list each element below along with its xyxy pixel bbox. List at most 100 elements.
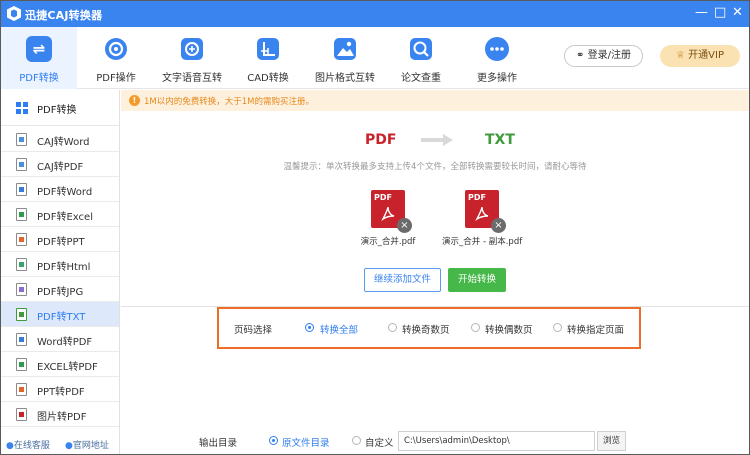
html-file-icon <box>16 258 27 271</box>
file-card[interactable]: PDF × 演示_合并.pdf <box>348 190 428 247</box>
app-title: 迅捷CAJ转换器 <box>25 9 103 22</box>
tab-speech-text[interactable]: 文字语音互转 <box>154 27 230 89</box>
file-name: 演示_合并.pdf <box>360 237 416 247</box>
tab-cad[interactable]: CAD转换 <box>230 27 306 89</box>
option-source-dir[interactable]: 原文件目录 <box>282 435 330 449</box>
add-more-files-button[interactable]: 继续添加文件 <box>364 268 441 292</box>
target-format: TXT <box>485 132 515 148</box>
acrobat-icon <box>475 206 489 221</box>
headset-icon: ● <box>6 441 14 451</box>
sidebar-footer: ●在线客服 ●官网地址 <box>1 436 119 454</box>
acrobat-icon <box>381 206 395 221</box>
word-file-icon <box>16 333 27 346</box>
tab-label: PDF操作 <box>96 73 136 84</box>
official-site-link[interactable]: ●官网地址 <box>65 438 109 451</box>
option-specific-pages[interactable]: 转换指定页面 <box>567 322 624 336</box>
radio-even-pages[interactable] <box>471 323 480 332</box>
sidebar-item-label: PDF转Html <box>37 262 91 273</box>
option-odd-pages[interactable]: 转换奇数页 <box>402 322 450 336</box>
tab-label: CAD转换 <box>247 73 289 84</box>
sidebar: PDF转换 CAJ转Word CAJ转PDF PDF转Word PDF转Exce… <box>1 90 120 454</box>
sidebar-item-label: 图片转PDF <box>37 412 87 423</box>
radio-odd-pages[interactable] <box>388 323 397 332</box>
speech-text-icon <box>181 38 203 60</box>
grid-icon <box>16 102 28 114</box>
remove-file-icon[interactable]: × <box>491 218 506 233</box>
caj-file-icon <box>16 158 27 171</box>
option-convert-all[interactable]: 转换全部 <box>320 322 358 336</box>
file-card[interactable]: PDF × 演示_合并 - 副本.pdf <box>442 190 522 247</box>
excel-file-icon <box>16 208 27 221</box>
crown-icon: ♕ <box>676 50 685 61</box>
sidebar-item-label: PPT转PDF <box>37 387 85 398</box>
tab-pdf-ops[interactable]: PDF操作 <box>78 27 154 89</box>
main-toolbar: ⇌ PDF转换 PDF操作 文字语音互转 CAD转换 图片格式互转 论文查重 更… <box>1 27 749 89</box>
main-panel: ! 1M以内的免费转换，大于1M的需购买注册。 PDF TXT 温馨提示：单次转… <box>121 90 749 454</box>
browse-button[interactable]: 浏览 <box>597 431 626 451</box>
image-file-icon <box>16 408 27 421</box>
globe-icon: ● <box>65 441 73 451</box>
pdf-convert-icon: ⇌ <box>26 36 52 62</box>
online-service-label: 在线客服 <box>13 441 50 451</box>
login-register-button[interactable]: ⚭ 登录/注册 <box>564 45 643 67</box>
tab-more[interactable]: 更多操作 <box>459 27 535 89</box>
option-even-pages[interactable]: 转换偶数页 <box>485 322 533 336</box>
tab-image-convert[interactable]: 图片格式互转 <box>307 27 383 89</box>
sidebar-item-label: CAJ转Word <box>37 137 90 148</box>
sidebar-item-image-pdf[interactable]: 图片转PDF <box>1 402 119 427</box>
ppt-file-icon <box>16 233 27 246</box>
open-vip-button[interactable]: ♕ 开通VIP <box>660 45 740 67</box>
pdf-file-icon: PDF × <box>465 190 506 233</box>
login-label: 登录/注册 <box>587 50 631 61</box>
tab-label: PDF转换 <box>19 73 59 84</box>
more-icon <box>485 37 509 61</box>
file-badge: PDF <box>374 193 392 202</box>
app-window: 迅捷CAJ转换器 — □ ✕ ⇌ PDF转换 PDF操作 文字语音互转 CAD转… <box>0 0 750 455</box>
sidebar-item-label: PDF转Word <box>37 187 93 198</box>
sidebar-header: PDF转换 <box>1 90 119 126</box>
tab-pdf-convert[interactable]: ⇌ PDF转换 <box>1 27 77 89</box>
sidebar-item-label: Word转PDF <box>37 337 93 348</box>
tab-paper-check[interactable]: 论文查重 <box>383 27 459 89</box>
file-name: 演示_合并 - 副本.pdf <box>442 237 523 247</box>
gear-icon <box>105 38 127 60</box>
sidebar-item-caj-pdf[interactable]: CAJ转PDF <box>1 152 119 177</box>
txt-file-icon <box>16 308 27 321</box>
option-custom-dir[interactable]: 自定义 <box>365 435 394 449</box>
sidebar-item-caj-word[interactable]: CAJ转Word <box>1 127 119 152</box>
sidebar-item-excel-pdf[interactable]: EXCEL转PDF <box>1 352 119 377</box>
sidebar-item-pdf-excel[interactable]: PDF转Excel <box>1 202 119 227</box>
cad-icon <box>257 38 279 60</box>
maximize-icon[interactable]: □ <box>714 6 726 20</box>
word-file-icon <box>16 183 27 196</box>
sidebar-header-label: PDF转换 <box>37 105 77 116</box>
sidebar-item-label: PDF转PPT <box>37 237 85 248</box>
image-icon <box>334 38 356 60</box>
radio-convert-all[interactable] <box>305 323 314 332</box>
sidebar-item-pdf-jpg[interactable]: PDF转JPG <box>1 277 119 302</box>
notice-bar: ! 1M以内的免费转换，大于1M的需购买注册。 <box>121 90 749 111</box>
output-path-field[interactable]: C:\Users\admin\Desktop\ <box>398 431 595 451</box>
close-icon[interactable]: ✕ <box>732 6 743 20</box>
online-service-link[interactable]: ●在线客服 <box>6 438 50 451</box>
sidebar-item-ppt-pdf[interactable]: PPT转PDF <box>1 377 119 402</box>
sidebar-item-pdf-txt[interactable]: PDF转TXT <box>1 302 119 327</box>
official-site-label: 官网地址 <box>72 441 109 451</box>
sidebar-item-label: CAJ转PDF <box>37 162 84 173</box>
sidebar-item-word-pdf[interactable]: Word转PDF <box>1 327 119 352</box>
excel-file-icon <box>16 358 27 371</box>
sidebar-item-pdf-ppt[interactable]: PDF转PPT <box>1 227 119 252</box>
radio-source-dir[interactable] <box>269 436 278 445</box>
radio-specific-pages[interactable] <box>553 323 562 332</box>
sidebar-item-pdf-word[interactable]: PDF转Word <box>1 177 119 202</box>
minimize-icon[interactable]: — <box>695 6 708 20</box>
warning-icon: ! <box>129 95 140 106</box>
pdf-file-icon: PDF × <box>371 190 412 233</box>
remove-file-icon[interactable]: × <box>397 218 412 233</box>
start-convert-button[interactable]: 开始转换 <box>448 268 506 292</box>
source-format: PDF <box>365 132 397 148</box>
sidebar-item-pdf-html[interactable]: PDF转Html <box>1 252 119 277</box>
radio-custom-dir[interactable] <box>352 436 361 445</box>
ppt-file-icon <box>16 383 27 396</box>
sidebar-item-label: EXCEL转PDF <box>37 362 98 373</box>
